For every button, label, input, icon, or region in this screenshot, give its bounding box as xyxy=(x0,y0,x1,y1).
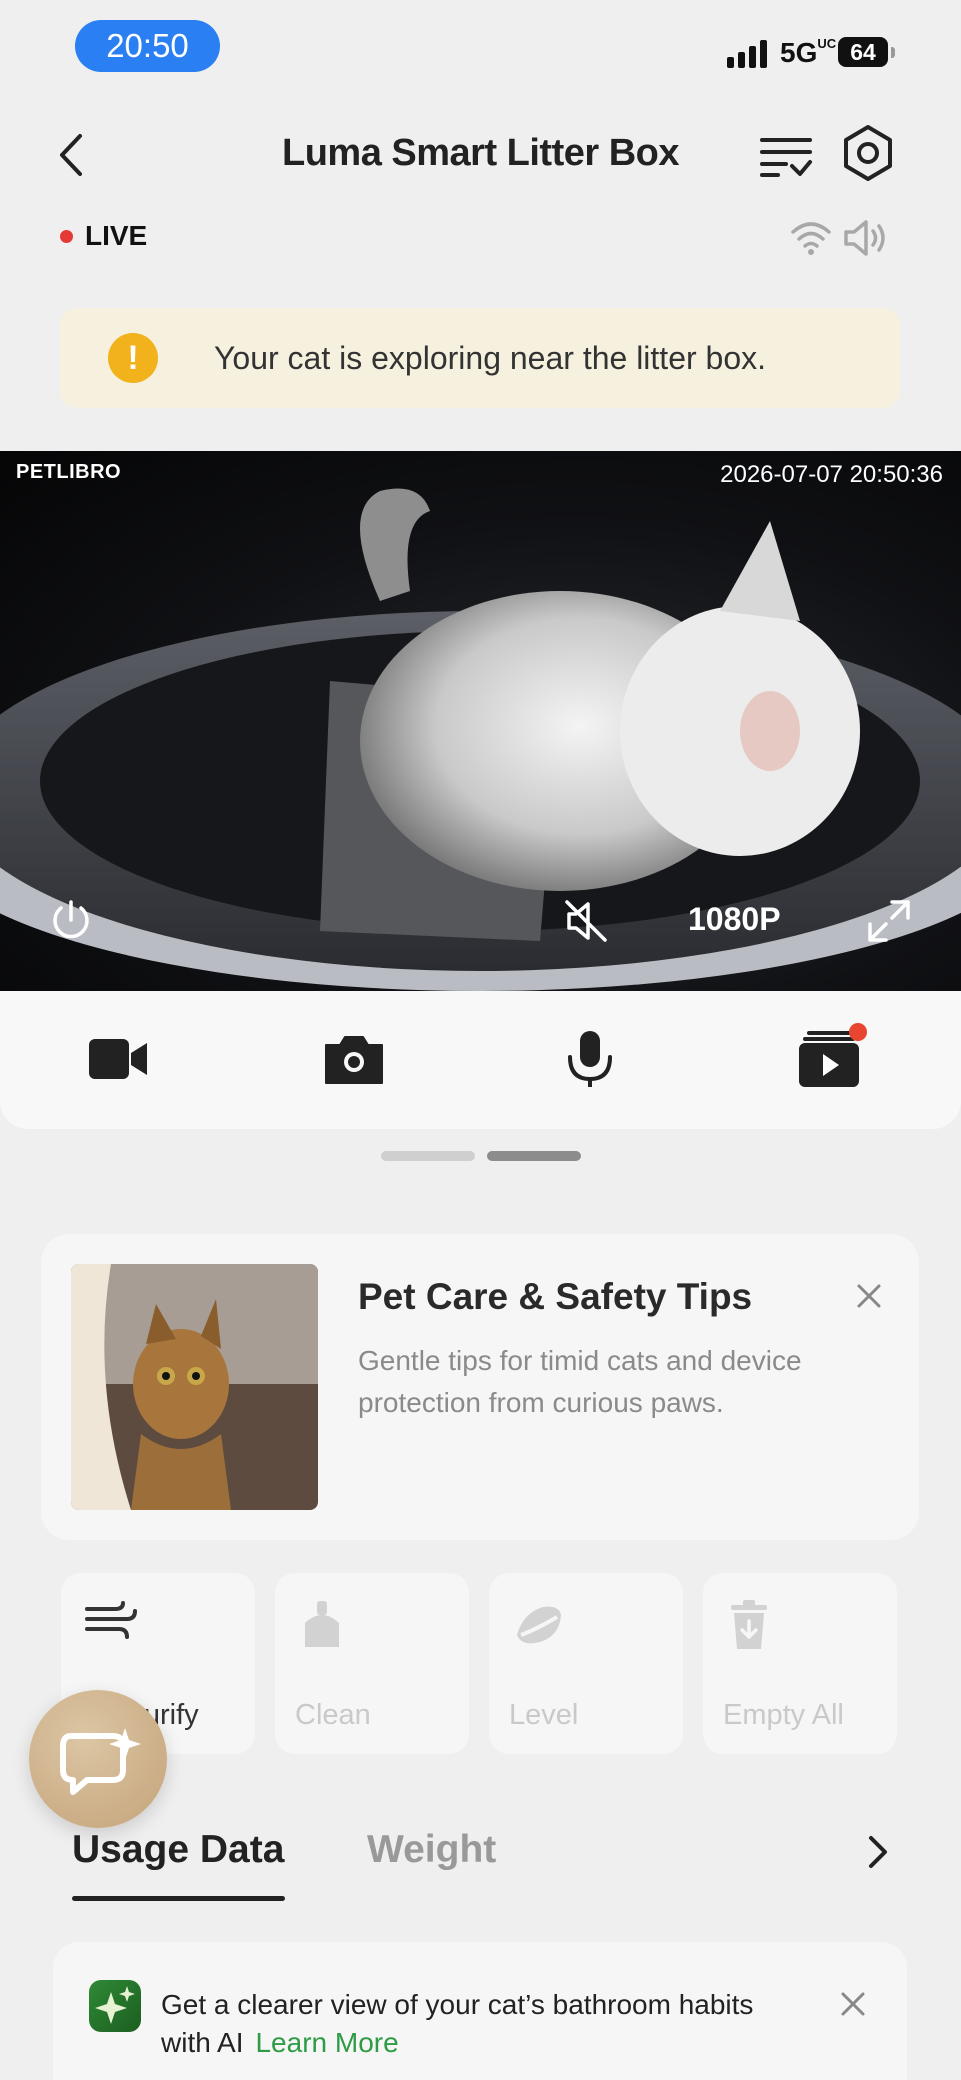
status-bar: 20:50 5GUC 64 xyxy=(0,0,961,90)
learn-more-link[interactable]: Learn More xyxy=(255,2027,398,2058)
action-label: Empty All xyxy=(723,1699,844,1731)
ai-insights-banner[interactable]: Get a clearer view of your cat’s bathroo… xyxy=(53,1942,907,2080)
network-label: 5G xyxy=(780,37,818,68)
pager-dot[interactable] xyxy=(381,1151,475,1161)
video-record-icon[interactable] xyxy=(87,1029,151,1089)
resolution-button[interactable]: 1080P xyxy=(688,901,781,938)
live-label: LIVE xyxy=(85,220,148,251)
empty-all-button[interactable]: Empty All xyxy=(703,1573,897,1754)
tab-weight[interactable]: Weight xyxy=(367,1828,496,1872)
level-icon xyxy=(517,1606,561,1644)
ai-assistant-button[interactable] xyxy=(29,1690,167,1828)
live-indicator: LIVE xyxy=(60,220,147,252)
status-time: 20:50 xyxy=(75,20,220,72)
warning-icon: ! xyxy=(108,333,158,383)
list-menu-icon[interactable] xyxy=(756,128,816,183)
ai-chat-sparkle-icon xyxy=(60,1728,141,1795)
wifi-icon xyxy=(791,222,831,255)
tab-usage-data[interactable]: Usage Data xyxy=(72,1828,284,1872)
quick-actions: Air Purify Clean Level Empty All xyxy=(61,1573,897,1754)
video-controls-bar xyxy=(0,991,961,1129)
playback-button[interactable] xyxy=(797,1023,867,1089)
air-purify-icon xyxy=(85,1601,137,1639)
network-sup: UC xyxy=(817,35,837,51)
close-icon[interactable] xyxy=(849,1276,889,1316)
ai-sparkle-icon xyxy=(89,1980,141,2032)
tips-card[interactable]: Pet Care & Safety Tips Gentle tips for t… xyxy=(41,1234,919,1540)
camera-icon[interactable] xyxy=(322,1029,386,1089)
chevron-right-icon[interactable] xyxy=(858,1830,898,1874)
battery-level: 64 xyxy=(838,37,888,67)
activity-alert[interactable]: ! Your cat is exploring near the litter … xyxy=(60,308,900,408)
tips-description: Gentle tips for timid cats and device pr… xyxy=(358,1345,802,1418)
ai-banner-message: Get a clearer view of your cat’s bathroo… xyxy=(161,1986,801,2062)
mute-icon[interactable] xyxy=(563,898,609,944)
cellular-signal-icon xyxy=(727,38,767,68)
clean-button[interactable]: Clean xyxy=(275,1573,469,1754)
settings-hexagon-icon[interactable] xyxy=(840,123,896,183)
power-icon[interactable] xyxy=(48,898,94,944)
battery-tip xyxy=(891,47,895,58)
action-label: Clean xyxy=(295,1699,371,1731)
page-header: Luma Smart Litter Box xyxy=(0,110,961,200)
microphone-icon[interactable] xyxy=(558,1029,622,1089)
action-label: Level xyxy=(509,1699,579,1731)
page-title: Luma Smart Litter Box xyxy=(281,132,680,174)
camera-brand-watermark: PETLIBRO xyxy=(16,461,122,483)
peeking-cat-image xyxy=(71,1264,318,1510)
ai-banner-text: Get a clearer view of your cat’s bathroo… xyxy=(161,1989,754,2058)
tab-active-indicator xyxy=(72,1896,285,1901)
trash-icon xyxy=(731,1600,767,1649)
speaker-icon[interactable] xyxy=(842,218,890,258)
clean-icon xyxy=(305,1601,339,1647)
alert-message: Your cat is exploring near the litter bo… xyxy=(214,339,767,376)
pager-dot-active[interactable] xyxy=(487,1151,581,1161)
level-button[interactable]: Level xyxy=(489,1573,683,1754)
video-timestamp: 2026-07-07 20:50:36 xyxy=(720,461,943,488)
close-icon[interactable] xyxy=(833,1984,873,2024)
cat-in-litter-box-image xyxy=(0,488,961,991)
carousel-pager xyxy=(381,1151,581,1161)
notification-dot xyxy=(849,1023,867,1041)
network-type: 5GUC xyxy=(780,35,837,69)
live-dot xyxy=(60,229,73,243)
live-video-feed[interactable]: PETLIBRO 2026-07-07 20:50:36 1080P xyxy=(0,451,961,991)
tips-title: Pet Care & Safety Tips xyxy=(358,1276,753,1317)
fullscreen-icon[interactable] xyxy=(866,898,912,944)
